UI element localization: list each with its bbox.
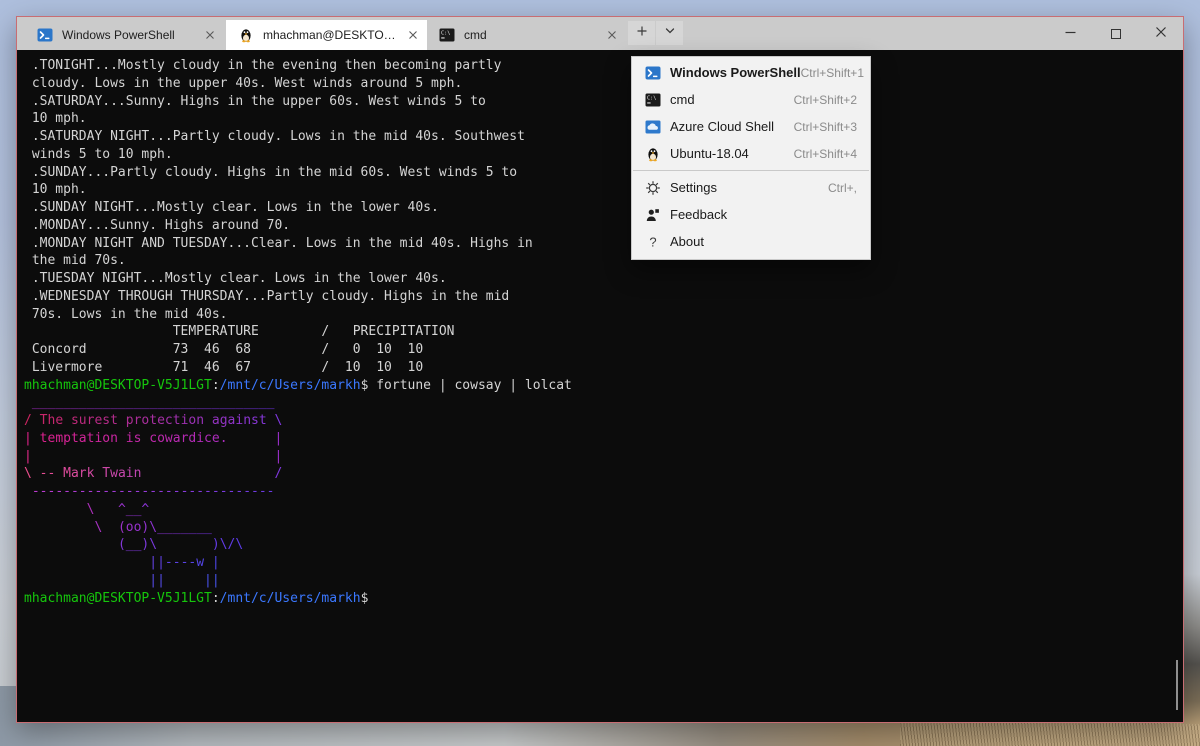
menu-item-label: Feedback xyxy=(670,207,727,222)
minimize-icon xyxy=(1065,25,1076,43)
minimize-button[interactable] xyxy=(1048,17,1093,50)
menu-item-label: About xyxy=(670,234,704,249)
terminal-line: .TUESDAY NIGHT...Mostly clear. Lows in t… xyxy=(24,270,1183,288)
new-tab-button[interactable] xyxy=(628,21,655,45)
maximize-icon xyxy=(1111,29,1121,39)
question-icon: ? xyxy=(645,234,661,250)
maximize-button[interactable] xyxy=(1093,17,1138,50)
terminal-line: 10 mph. xyxy=(24,181,1183,199)
menu-item-about[interactable]: ? About xyxy=(632,228,870,255)
tux-icon xyxy=(645,146,661,162)
desktop: { "colors": { "window_border":"#c86d73",… xyxy=(0,0,1200,746)
terminal-line: Concord 73 46 68 / 0 10 10 xyxy=(24,341,1183,359)
tab-close-button[interactable] xyxy=(407,27,419,43)
menu-item-label: Settings xyxy=(670,180,717,195)
titlebar: Windows PowerShell mhachman@DESKTOP-V5J1L… xyxy=(17,17,1183,50)
menu-item-windows-powershell[interactable]: Windows PowerShellCtrl+Shift+1 xyxy=(632,59,870,86)
cowsay-line: \ -- Mark Twain / xyxy=(24,465,1183,483)
terminal-line: TEMPERATURE / PRECIPITATION xyxy=(24,323,1183,341)
menu-item-shortcut: Ctrl+Shift+1 xyxy=(801,66,864,80)
menu-item-shortcut: Ctrl+Shift+3 xyxy=(794,120,857,134)
tab-close-button[interactable] xyxy=(202,27,218,43)
tab-label: cmd xyxy=(464,28,598,42)
terminal-line: .MONDAY NIGHT AND TUESDAY...Clear. Lows … xyxy=(24,235,1183,253)
cowsay-line: / The surest protection against \ xyxy=(24,412,1183,430)
terminal-line: .MONDAY...Sunny. Highs around 70. xyxy=(24,217,1183,235)
menu-item-shortcut: Ctrl+Shift+4 xyxy=(794,147,857,161)
tab-mhachman-desktop-v5j1lgt[interactable]: mhachman@DESKTOP-V5J1LGT xyxy=(226,20,427,50)
svg-text:?: ? xyxy=(649,234,656,249)
cowsay-line: | | xyxy=(24,448,1183,466)
cowsay-line: | temptation is cowardice. | xyxy=(24,430,1183,448)
cmd-icon: C:\ xyxy=(439,27,455,43)
terminal-line: the mid 70s. xyxy=(24,252,1183,270)
terminal-line: .SUNDAY...Partly cloudy. Highs in the mi… xyxy=(24,164,1183,182)
cmd-icon: C:\ xyxy=(645,92,661,108)
terminal-line: .SATURDAY...Sunny. Highs in the upper 60… xyxy=(24,93,1183,111)
prompt-line-command: mhachman@DESKTOP-V5J1LGT:/mnt/c/Users/ma… xyxy=(24,377,1183,395)
profile-dropdown-button[interactable] xyxy=(656,21,683,45)
terminal-line: winds 5 to 10 mph. xyxy=(24,146,1183,164)
terminal-line: 10 mph. xyxy=(24,110,1183,128)
svg-text:C:\: C:\ xyxy=(441,31,450,37)
cowsay-line: ||----w | xyxy=(24,554,1183,572)
menu-item-feedback[interactable]: Feedback xyxy=(632,201,870,228)
cowsay-line: _______________________________ xyxy=(24,394,1183,412)
close-icon xyxy=(1155,25,1167,43)
powershell-icon xyxy=(37,27,53,43)
powershell-icon xyxy=(645,65,661,81)
menu-item-cmd[interactable]: C:\ cmd Ctrl+Shift+2 xyxy=(632,86,870,113)
tab-label: Windows PowerShell xyxy=(62,28,196,42)
terminal-line: .SUNDAY NIGHT...Mostly clear. Lows in th… xyxy=(24,199,1183,217)
terminal-line: Livermore 71 46 67 / 10 10 10 xyxy=(24,359,1183,377)
menu-item-ubuntu-18-04[interactable]: Ubuntu-18.04 Ctrl+Shift+4 xyxy=(632,140,870,167)
terminal-line: 70s. Lows in the mid 40s. xyxy=(24,306,1183,324)
chevron-down-icon xyxy=(664,24,676,42)
tab-strip: Windows PowerShell mhachman@DESKTOP-V5J1L… xyxy=(25,17,628,50)
gear-icon xyxy=(645,180,661,196)
wallpaper-rocks xyxy=(1182,574,1200,724)
terminal-window: Windows PowerShell mhachman@DESKTOP-V5J1L… xyxy=(16,16,1184,723)
terminal-line: .TONIGHT...Mostly cloudy in the evening … xyxy=(24,57,1183,75)
cowsay-line: (__)\ )\/\ xyxy=(24,536,1183,554)
menu-item-shortcut: Ctrl+, xyxy=(828,181,857,195)
terminal-scrollbar[interactable] xyxy=(1176,660,1178,710)
close-button[interactable] xyxy=(1138,17,1183,50)
menu-item-label: Windows PowerShell xyxy=(670,65,801,80)
profile-menu: Windows PowerShellCtrl+Shift+1 C:\ cmd Ctrl… xyxy=(631,56,871,260)
cowsay-line: ------------------------------- xyxy=(24,483,1183,501)
tab-cmd[interactable]: C:\ cmd xyxy=(427,20,628,50)
svg-text:C:\: C:\ xyxy=(647,95,656,101)
menu-item-azure-cloud-shell[interactable]: Azure Cloud Shell Ctrl+Shift+3 xyxy=(632,113,870,140)
menu-item-shortcut: Ctrl+Shift+2 xyxy=(794,93,857,107)
menu-item-label: Ubuntu-18.04 xyxy=(670,146,749,161)
feedback-icon xyxy=(645,207,661,223)
menu-divider xyxy=(633,170,869,171)
tab-windows-powershell[interactable]: Windows PowerShell xyxy=(25,20,226,50)
menu-item-label: Azure Cloud Shell xyxy=(670,119,774,134)
cowsay-line: \ ^__^ xyxy=(24,501,1183,519)
tux-icon xyxy=(238,27,254,43)
cowsay-line: \ (oo)\_______ xyxy=(24,519,1183,537)
cowsay-line: || || xyxy=(24,572,1183,590)
window-controls xyxy=(1048,17,1183,50)
terminal-line: cloudy. Lows in the upper 40s. West wind… xyxy=(24,75,1183,93)
azure-icon xyxy=(645,119,661,135)
plus-icon xyxy=(636,24,648,42)
tab-close-button[interactable] xyxy=(604,27,620,43)
tab-label: mhachman@DESKTOP-V5J1LGT xyxy=(263,28,401,42)
terminal-screen[interactable]: .TONIGHT...Mostly cloudy in the evening … xyxy=(17,50,1183,722)
terminal-line: .WEDNESDAY THROUGH THURSDAY...Partly clo… xyxy=(24,288,1183,306)
prompt-line-current: mhachman@DESKTOP-V5J1LGT:/mnt/c/Users/ma… xyxy=(24,590,1183,608)
menu-item-label: cmd xyxy=(670,92,695,107)
terminal-line: .SATURDAY NIGHT...Partly cloudy. Lows in… xyxy=(24,128,1183,146)
menu-item-settings[interactable]: Settings Ctrl+, xyxy=(632,174,870,201)
